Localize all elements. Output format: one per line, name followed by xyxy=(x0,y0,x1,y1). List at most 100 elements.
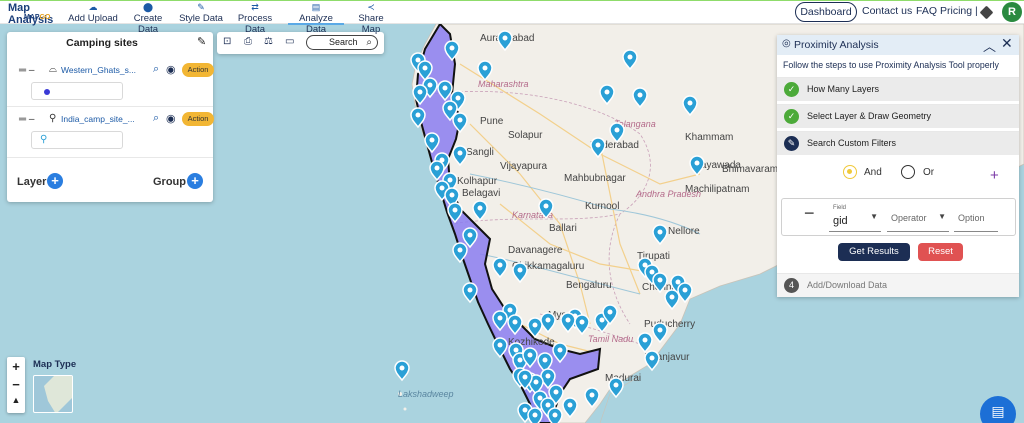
step-select-layer[interactable]: ✓ Select Layer & Draw Geometry xyxy=(777,104,1019,128)
camp-site-marker[interactable] xyxy=(608,377,624,399)
map-type-thumbnail[interactable] xyxy=(33,375,73,413)
camp-site-marker[interactable] xyxy=(412,84,428,106)
and-radio[interactable] xyxy=(843,165,857,179)
option-input[interactable]: Option xyxy=(954,204,998,232)
print-icon[interactable]: ⎙ xyxy=(244,36,252,47)
nav-style-data[interactable]: ✎ Style Data xyxy=(179,1,223,25)
camp-site-marker[interactable] xyxy=(599,84,615,106)
nav-analyze-data[interactable]: ▤ Analyze Data xyxy=(288,1,344,35)
app-logo[interactable]: Map Analysis MAPGO xyxy=(4,1,64,26)
layer-legend[interactable]: ⚲ xyxy=(31,131,123,149)
search-button[interactable]: Search ⌕ xyxy=(306,35,378,50)
camp-site-marker[interactable] xyxy=(477,60,493,82)
camp-site-marker[interactable] xyxy=(652,322,668,344)
chevron-up-icon[interactable]: ︿ xyxy=(983,36,996,55)
avatar[interactable]: R xyxy=(1002,2,1022,22)
camp-site-marker[interactable] xyxy=(444,40,460,62)
camp-site-marker[interactable] xyxy=(507,314,523,336)
action-button[interactable]: Action xyxy=(182,112,214,126)
compass-icon[interactable]: ▲ xyxy=(7,395,25,405)
remove-filter-button[interactable]: − xyxy=(804,203,815,224)
camp-site-marker[interactable] xyxy=(497,30,513,52)
camp-site-marker[interactable] xyxy=(410,107,426,129)
camp-site-marker[interactable] xyxy=(652,272,668,294)
eye-icon[interactable]: ◉ xyxy=(166,63,176,76)
group-label: Group xyxy=(153,176,186,188)
camp-site-marker[interactable] xyxy=(677,282,693,304)
camp-site-marker[interactable] xyxy=(492,310,508,332)
dashboard-button[interactable]: Dashboard xyxy=(795,2,857,22)
faq-link[interactable]: FAQ xyxy=(916,5,937,17)
camp-site-marker[interactable] xyxy=(560,312,576,334)
add-filter-button[interactable]: + xyxy=(990,167,999,184)
layer-legend[interactable] xyxy=(31,82,123,100)
camp-site-marker[interactable] xyxy=(527,317,543,339)
measure-icon[interactable]: ⚖ xyxy=(264,36,273,47)
add-layer-button[interactable]: + xyxy=(47,173,63,189)
zoom-to-layer-icon[interactable]: ⌕ xyxy=(153,112,159,125)
nav-add-upload[interactable]: ☁ Add Upload xyxy=(68,1,118,25)
edit-icon[interactable]: ✎ xyxy=(197,35,206,48)
camp-site-marker[interactable] xyxy=(644,350,660,372)
get-results-button[interactable]: Get Results xyxy=(838,243,910,261)
camp-site-marker[interactable] xyxy=(492,257,508,279)
drag-handle-icon[interactable]: ═ – xyxy=(19,65,34,76)
cube-icon[interactable] xyxy=(979,5,994,20)
or-radio[interactable] xyxy=(901,165,915,179)
zoom-in-button[interactable]: + xyxy=(7,359,25,374)
camp-site-marker[interactable] xyxy=(682,95,698,117)
eye-icon[interactable]: ◉ xyxy=(166,112,176,125)
add-group-button[interactable]: + xyxy=(187,173,203,189)
camp-site-marker[interactable] xyxy=(538,198,554,220)
fit-bounds-icon[interactable]: ⊡ xyxy=(223,36,231,47)
camp-site-marker[interactable] xyxy=(447,202,463,224)
camp-site-marker[interactable] xyxy=(394,360,410,382)
pricing-link[interactable]: Pricing | xyxy=(940,5,978,17)
camp-site-marker[interactable] xyxy=(437,80,453,102)
camp-site-marker[interactable] xyxy=(552,342,568,364)
camp-site-marker[interactable] xyxy=(492,337,508,359)
camp-site-marker[interactable] xyxy=(574,314,590,336)
camp-site-marker[interactable] xyxy=(689,155,705,177)
contact-link[interactable]: Contact us xyxy=(862,5,912,17)
camp-site-marker[interactable] xyxy=(547,407,563,423)
camp-site-marker[interactable] xyxy=(590,137,606,159)
reset-button[interactable]: Reset xyxy=(918,243,963,261)
camp-site-marker[interactable] xyxy=(417,60,433,82)
nav-share-map[interactable]: ≺ Share Map xyxy=(349,1,393,35)
zoom-out-button[interactable]: − xyxy=(7,377,25,392)
step-add-download[interactable]: 4 Add/Download Data xyxy=(777,273,1019,297)
field-select[interactable]: Field gid ▼ xyxy=(829,204,881,232)
camp-site-marker[interactable] xyxy=(429,160,445,182)
camp-site-marker[interactable] xyxy=(527,407,543,423)
layer-name[interactable]: Western_Ghats_s... xyxy=(61,65,143,75)
camp-site-marker[interactable] xyxy=(512,262,528,284)
nav-process-data[interactable]: ⇄ Process Data xyxy=(227,1,283,35)
camp-site-marker[interactable] xyxy=(652,224,668,246)
operator-select[interactable]: Operator ▼ xyxy=(887,204,949,232)
camp-site-marker[interactable] xyxy=(540,312,556,334)
zoom-to-layer-icon[interactable]: ⌕ xyxy=(153,63,159,76)
camp-site-marker[interactable] xyxy=(462,227,478,249)
camp-site-marker[interactable] xyxy=(632,87,648,109)
camp-site-marker[interactable] xyxy=(424,132,440,154)
step-how-many-layers[interactable]: ✓ How Many Layers xyxy=(777,77,1019,101)
camp-site-marker[interactable] xyxy=(452,242,468,264)
camp-site-marker[interactable] xyxy=(637,332,653,354)
camp-site-marker[interactable] xyxy=(622,49,638,71)
camp-site-marker[interactable] xyxy=(664,289,680,311)
layer-name[interactable]: India_camp_site_... xyxy=(61,114,143,124)
camp-site-marker[interactable] xyxy=(462,282,478,304)
camp-site-marker[interactable] xyxy=(452,145,468,167)
action-button[interactable]: Action xyxy=(182,63,214,77)
camp-site-marker[interactable] xyxy=(584,387,600,409)
step-search-filters[interactable]: ✎ Search Custom Filters xyxy=(777,131,1019,155)
camp-site-marker[interactable] xyxy=(562,397,578,419)
drag-handle-icon[interactable]: ═ – xyxy=(19,114,34,125)
comment-icon[interactable]: ▭ xyxy=(285,36,294,47)
camp-site-marker[interactable] xyxy=(472,200,488,222)
camp-site-marker[interactable] xyxy=(609,122,625,144)
nav-create-data[interactable]: ⬤ Create Data xyxy=(123,1,173,35)
camp-site-marker[interactable] xyxy=(452,112,468,134)
close-icon[interactable]: ✕ xyxy=(1001,35,1013,52)
